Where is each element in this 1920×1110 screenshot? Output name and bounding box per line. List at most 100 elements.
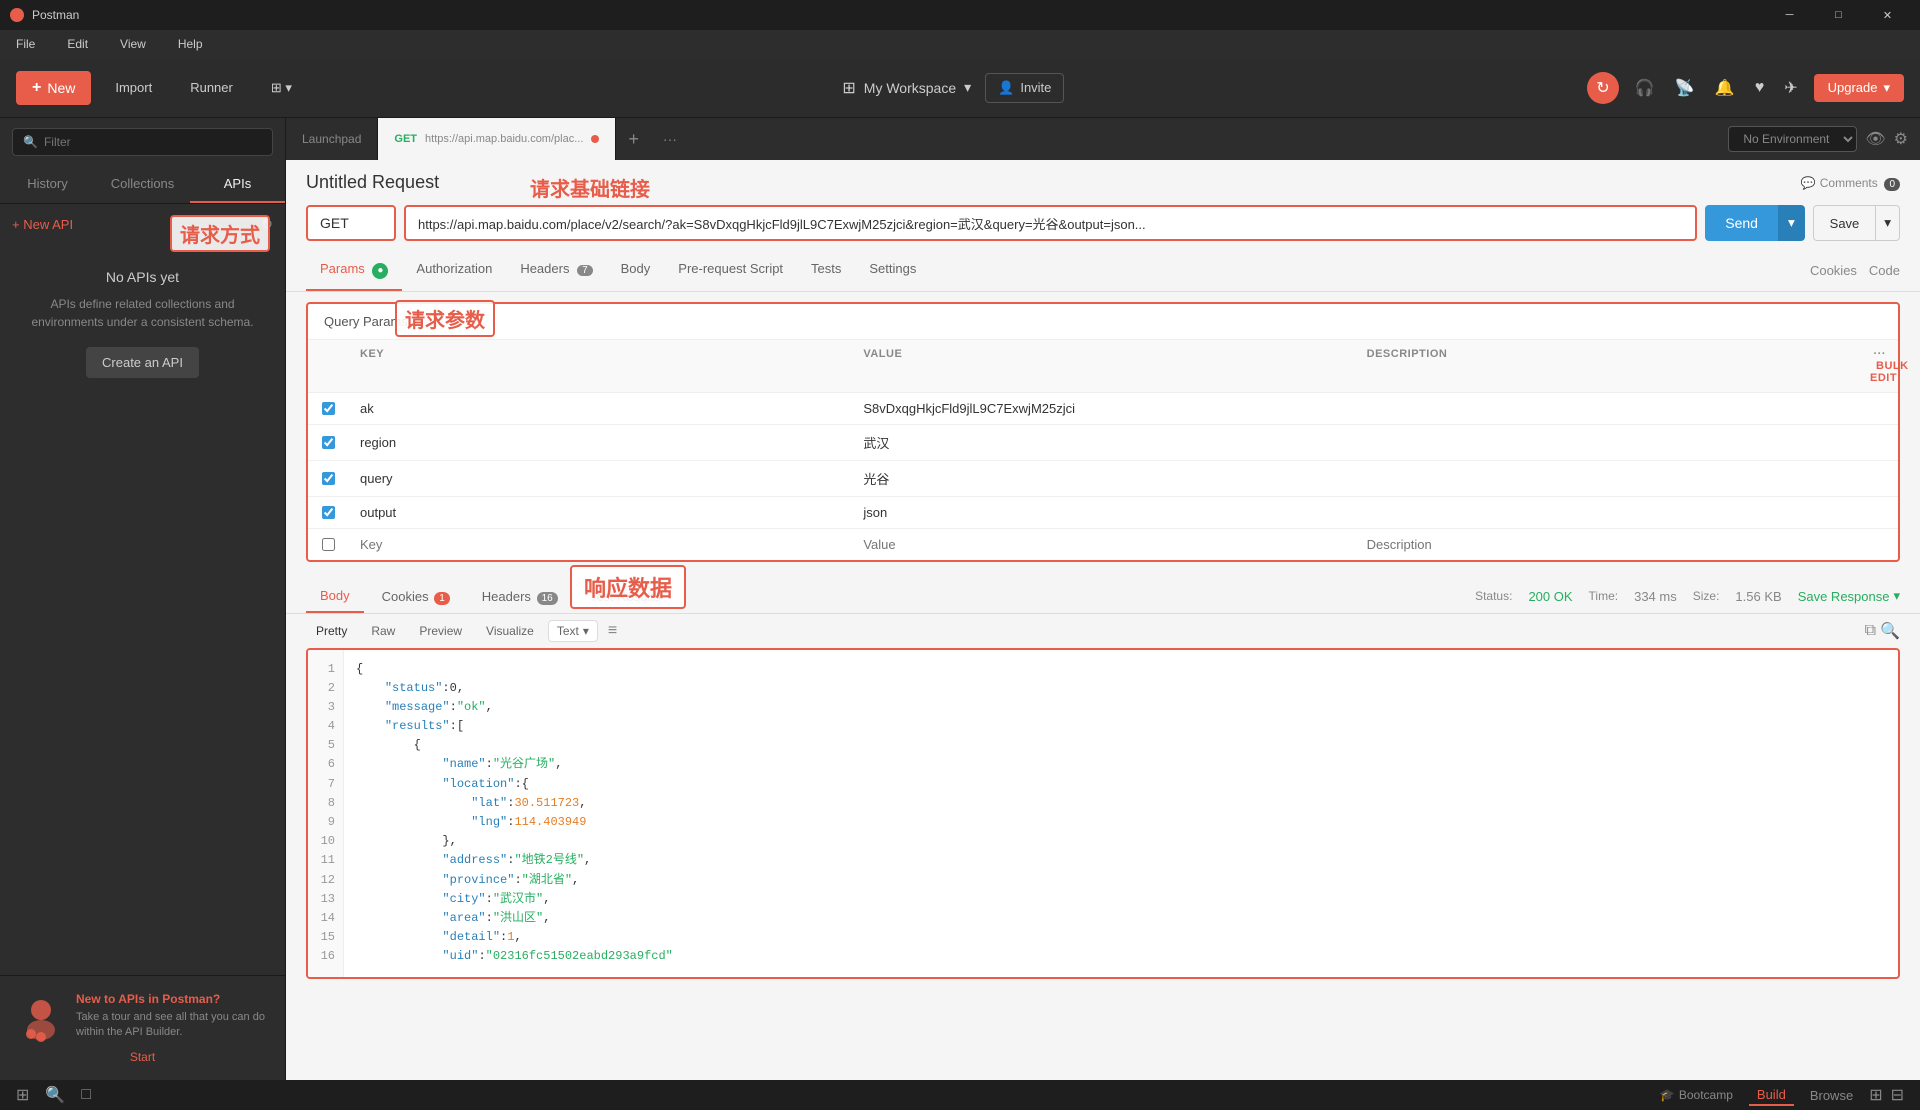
param-checkbox-4[interactable] [322,506,335,519]
heart-icon[interactable]: ♥ [1751,75,1769,101]
header-actions: ··· Bulk Edit [1858,340,1898,392]
tab-bar-right: No Environment 👁 ⚙ [1716,126,1920,152]
send-arrow-button[interactable]: ▾ [1778,205,1805,241]
url-bar: 请求方式 GET Send ▾ Save ▾ [286,205,1920,251]
search-response-button[interactable]: 🔍 [1880,621,1900,641]
param-value-input-empty[interactable] [863,537,1342,552]
request-area: Untitled Request 请求基础链接 💬 Cookies Commen… [286,160,1920,1080]
resp-tab-headers[interactable]: Headers 16 [468,581,572,612]
header-value: VALUE [851,340,1354,392]
menu-file[interactable]: File [10,33,41,55]
extra-button[interactable]: ⊞ ▾ [257,72,306,104]
menu-help[interactable]: Help [172,33,209,55]
copy-response-button[interactable]: ⧉ [1865,622,1876,640]
bulk-edit-link[interactable]: Bulk Edit [1870,360,1909,384]
format-preview[interactable]: Preview [409,620,472,642]
param-checkbox-2[interactable] [322,436,335,449]
sidebar-tab-apis[interactable]: APIs [190,166,285,203]
cookies-link[interactable]: Cookies [1810,263,1857,278]
refresh-button[interactable]: ↻ [1587,72,1619,104]
code-link[interactable]: Code [1869,263,1900,278]
comments-button[interactable]: 💬 Cookies Comments 0 [1801,176,1900,190]
resp-tab-body[interactable]: Body [306,580,364,613]
runner-button[interactable]: Runner [176,72,247,103]
import-button[interactable]: Import [101,72,166,103]
title-bar-left: Postman [10,8,79,22]
request-tab[interactable]: GET https://api.map.baidu.com/plac... [378,118,616,160]
text-format-select[interactable]: Text ▾ [548,620,598,642]
tab-prerequest[interactable]: Pre-request Script [664,251,797,291]
param-checkbox-empty[interactable] [322,538,335,551]
resp-tab-cookies[interactable]: Cookies 1 [368,581,464,612]
query-params-section: Query Params KEY VALUE DESCRIPTION ··· B… [306,302,1900,562]
signal-icon[interactable]: 📡 [1671,74,1699,102]
param-value-1: S8vDxqgHkjcFld9jlL9C7ExwjM25zjci [851,393,1354,424]
more-icon[interactable]: ··· [1874,348,1887,360]
tab-tests[interactable]: Tests [797,251,855,291]
create-api-button[interactable]: Create an API [86,347,199,378]
tab-params[interactable]: Params ● [306,251,402,291]
maximize-button[interactable]: □ [1816,0,1861,30]
layout-button-1[interactable]: ⊞ [1869,1085,1882,1105]
browse-button[interactable]: Browse [1810,1088,1853,1103]
tab-authorization[interactable]: Authorization [402,251,506,291]
bootcamp-button[interactable]: 🎓 Bootcamp [1660,1088,1733,1102]
minimize-button[interactable]: ─ [1767,0,1812,30]
sidebar-tab-collections[interactable]: Collections [95,166,190,203]
url-input[interactable] [418,208,1683,239]
method-select[interactable]: GET [306,205,396,241]
param-checkbox-1[interactable] [322,402,335,415]
format-icon-button[interactable]: ≡ [602,620,623,642]
code-line: "uid":"02316fc51502eabd293a9fcd" [356,947,1886,966]
tab-settings[interactable]: Settings [855,251,930,291]
bookmark-icon[interactable]: ✈ [1780,74,1801,102]
filter-input[interactable] [44,135,262,149]
headphone-icon[interactable]: 🎧 [1631,74,1659,102]
menu-edit[interactable]: Edit [61,33,94,55]
tab-more-button[interactable]: ··· [651,131,689,147]
save-response-button[interactable]: Save Response ▾ [1798,588,1900,604]
new-api-button[interactable]: + New API [12,217,73,232]
format-pretty[interactable]: Pretty [306,620,357,642]
bottom-search-icon[interactable]: 🔍 [45,1085,65,1105]
tab-headers[interactable]: Headers 7 [506,251,606,291]
refresh-icon[interactable]: ↻ [261,216,273,233]
sidebar-tab-history[interactable]: History [0,166,95,203]
layout-button-2[interactable]: ⊟ [1891,1085,1904,1105]
param-row-empty [308,529,1898,560]
param-desc-input-empty[interactable] [1367,537,1846,552]
format-visualize[interactable]: Visualize [476,620,544,642]
send-button[interactable]: Send [1705,205,1778,241]
eye-button[interactable]: 👁 [1865,129,1885,149]
build-button[interactable]: Build [1749,1085,1794,1106]
line-numbers: 123456 789101112 13141516 [308,650,344,977]
app-icon [10,8,24,22]
param-checkbox-3[interactable] [322,472,335,485]
save-arrow-button[interactable]: ▾ [1876,205,1900,241]
bottom-console-icon[interactable]: ⊞ [16,1085,29,1105]
new-button[interactable]: + New [16,71,91,105]
tab-body[interactable]: Body [607,251,665,291]
tab-url: https://api.map.baidu.com/plac... [425,133,583,145]
param-actions-empty [1858,536,1898,552]
upgrade-button[interactable]: Upgrade ▾ [1814,74,1904,102]
format-raw[interactable]: Raw [361,620,405,642]
save-button[interactable]: Save [1813,205,1877,241]
menu-view[interactable]: View [114,33,152,55]
resp-tab-test-results[interactable]: Test Results [576,581,675,612]
launchpad-tab[interactable]: Launchpad [286,118,378,160]
param-actions-3 [1858,470,1898,486]
bottom-layout-icon[interactable]: □ [81,1086,91,1104]
param-desc-2 [1355,434,1858,450]
param-key-input-empty[interactable] [360,537,839,552]
environment-select[interactable]: No Environment [1728,126,1857,152]
tab-add-button[interactable]: + [616,129,651,150]
bell-icon[interactable]: 🔔 [1711,74,1739,102]
invite-button[interactable]: 👤 Invite [985,73,1064,103]
workspace-button[interactable]: ⊞ My Workspace ▾ [828,70,985,106]
start-link[interactable]: Start [16,1050,269,1064]
param-row: ak S8vDxqgHkjcFld9jlL9C7ExwjM25zjci [308,393,1898,425]
resp-headers-count: 16 [537,592,558,605]
settings-button[interactable]: ⚙ [1894,129,1908,149]
close-button[interactable]: ✕ [1865,0,1910,30]
